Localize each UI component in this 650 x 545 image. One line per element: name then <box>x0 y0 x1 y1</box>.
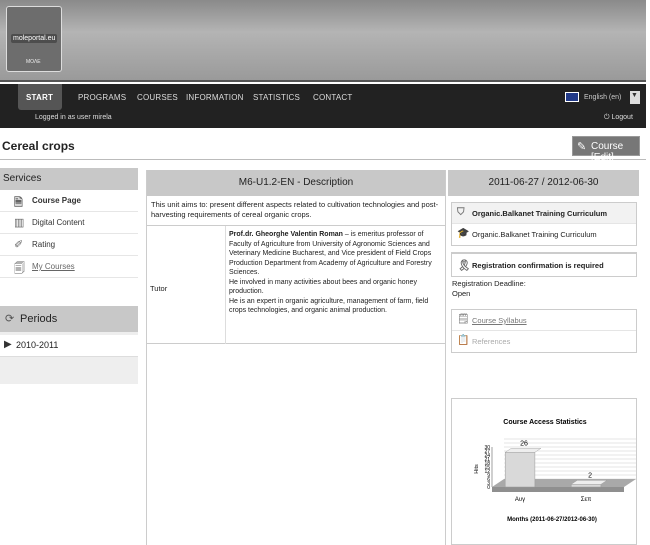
references-label: References <box>472 337 511 346</box>
tutor-name: Prof.dr. Gheorghe Valentin Roman <box>229 231 343 238</box>
course-access-chart: Course Access Statistics 30 27 24 21 18 15 12 9 6… <box>451 398 637 545</box>
deadline-label: Registration Deadline: <box>452 279 526 288</box>
x-tick-label: Αυγ <box>515 497 525 503</box>
logo-subtext: ΜΟΛΕ <box>26 59 41 65</box>
chart-title: Course Access Statistics <box>503 419 586 426</box>
sidebar-item-course-page[interactable]: 🗎 Course Page <box>0 190 138 212</box>
course-edit-label: Course [Edit] <box>591 141 624 163</box>
page-title-row: Cereal crops ✎ Course [Edit] <box>0 134 646 163</box>
nav-information[interactable]: INFORMATION <box>186 93 244 102</box>
periods-title: Periods <box>20 313 58 325</box>
pencil-icon: ✎ <box>577 141 587 153</box>
curriculum-title-row: ⛉ Organic.Balkanet Training Curriculum <box>452 203 636 224</box>
registration-box: 🎗 Registration confirmation is required … <box>451 252 637 299</box>
logo-text: moleportal.eu <box>11 34 58 43</box>
period-label: 2010-2011 <box>16 340 59 350</box>
registration-title-row: 🎗 Registration confirmation is required <box>451 253 637 277</box>
unit-aims-text: This unit aims to: present different asp… <box>147 196 445 226</box>
nav-courses[interactable]: COURSES <box>137 93 178 102</box>
sidebar-item-label: Digital Content <box>32 218 85 227</box>
chart-floor-edge <box>492 487 624 492</box>
header-banner: moleportal.eu ΜΟΛΕ <box>0 0 646 82</box>
periods-panel: ⟳ Periods ▶ 2010-2011 <box>0 306 138 384</box>
uk-flag-icon <box>565 92 579 102</box>
sidebar-item-label: Rating <box>32 240 56 249</box>
refresh-icon: ⟳ <box>5 313 15 325</box>
right-column: 2011-06-27 / 2012-06-30 ⛉ Organic.Balkan… <box>447 170 639 545</box>
y-axis-label: Hits <box>474 464 480 474</box>
sidebar-item-my-courses[interactable]: 🗐 My Courses <box>0 256 138 278</box>
syllabus-icon: 🗒 <box>457 314 470 325</box>
tutor-label: Tutor <box>150 284 168 293</box>
course-edit-button[interactable]: ✎ Course [Edit] <box>572 136 640 163</box>
main-navbar: START PROGRAMS COURSES INFORMATION STATI… <box>0 84 646 128</box>
tutor-bio: Prof.dr. Gheorghe Valentin Roman – is em… <box>229 230 445 316</box>
x-axis-label: Months (2011-06-27/2012-06-30) <box>507 517 597 523</box>
tutor-row: Tutor Prof.dr. Gheorghe Valentin Roman –… <box>147 226 445 344</box>
chart-bar-top <box>504 448 542 453</box>
description-header: M6-U1.2-EN - Description <box>147 170 445 196</box>
sidebar-item-rating[interactable]: ✐ Rating <box>0 234 138 256</box>
course-date-range: 2011-06-27 / 2012-06-30 <box>448 170 639 196</box>
documents-box: 🗒 Course Syllabus 📋 References <box>451 309 637 353</box>
nav-programs[interactable]: PROGRAMS <box>78 93 126 102</box>
periods-title-row: ⟳ Periods <box>0 306 138 332</box>
sidebar: Services 🗎 Course Page ▥ Digital Content… <box>0 168 138 384</box>
references-icon: 📋 <box>457 335 470 346</box>
chart-svg: Course Access Statistics3027242118151296… <box>474 419 636 523</box>
curriculum-box: ⛉ Organic.Balkanet Training Curriculum 🎓… <box>451 202 637 246</box>
tutor-bio-p2: He involved in many activities about bee… <box>229 278 417 296</box>
tutor-bio-p3: He is an expert in organic agriculture, … <box>229 297 429 315</box>
page-title: Cereal crops <box>2 139 75 153</box>
rating-icon: ✐ <box>14 239 24 251</box>
sidebar-item-digital-content[interactable]: ▥ Digital Content <box>0 212 138 234</box>
logout-label: Logout <box>611 114 633 121</box>
curriculum-item-label: Organic.Balkanet Training Curriculum <box>472 230 597 239</box>
nav-statistics[interactable]: STATISTICS <box>253 93 300 102</box>
services-title: Services <box>0 168 138 190</box>
course-syllabus-link[interactable]: 🗒 Course Syllabus <box>452 310 636 331</box>
courses-icon: 🗐 <box>14 263 25 275</box>
data-label: 26 <box>520 440 528 447</box>
registration-deadline: Registration Deadline: Open <box>451 277 637 299</box>
period-item-2010-2011[interactable]: ▶ 2010-2011 <box>0 335 138 357</box>
tutor-divider <box>225 226 226 344</box>
y-tick-label: 0 <box>487 485 490 491</box>
x-tick-label: Σεπ <box>581 497 592 503</box>
curriculum-title: Organic.Balkanet Training Curriculum <box>472 209 608 218</box>
logged-in-text: Logged in as user mirela <box>35 114 112 121</box>
page-icon: 🗎 <box>14 197 23 209</box>
registration-title: Registration confirmation is required <box>472 261 604 270</box>
chevron-down-icon[interactable] <box>630 91 640 104</box>
language-select[interactable]: English (en) <box>584 94 621 101</box>
data-label: 2 <box>588 472 592 479</box>
sidebar-item-label: Course Page <box>32 196 81 205</box>
chart-bar-top <box>570 480 608 485</box>
description-panel: M6-U1.2-EN - Description This unit aims … <box>146 170 446 545</box>
sidebar-item-label: My Courses <box>32 262 75 271</box>
curriculum-icon: ⛉ <box>457 207 465 218</box>
curriculum-item[interactable]: 🎓 Organic.Balkanet Training Curriculum <box>452 224 636 245</box>
site-logo[interactable]: moleportal.eu ΜΟΛΕ <box>6 6 62 72</box>
logout-link[interactable]: ⏻ Logout <box>604 114 633 122</box>
nav-contact[interactable]: CONTACT <box>313 93 352 102</box>
chart-bar <box>570 484 602 488</box>
play-icon: ▶ <box>4 339 12 350</box>
ribbon-icon: 🎗 <box>457 260 471 272</box>
graduation-icon: 🎓 <box>457 228 470 239</box>
chart-bar <box>504 452 536 488</box>
course-syllabus-label: Course Syllabus <box>472 316 527 325</box>
references-link[interactable]: 📋 References <box>452 331 636 352</box>
nav-start[interactable]: START <box>26 93 53 102</box>
deadline-value: Open <box>452 289 471 298</box>
book-icon: ▥ <box>14 217 25 229</box>
